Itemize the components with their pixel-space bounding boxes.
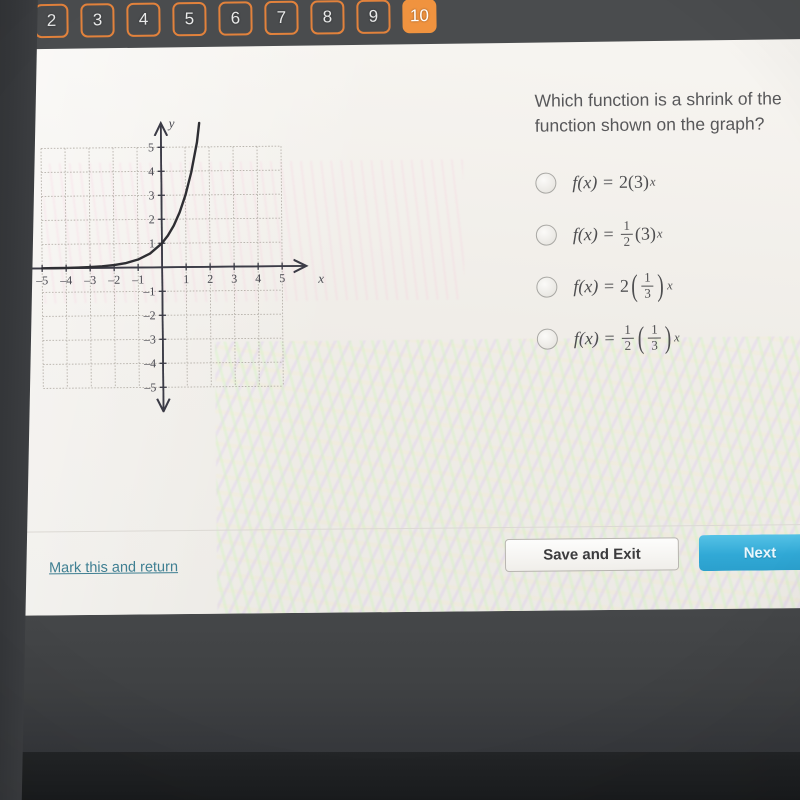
question-nav-item-6[interactable]: 6 xyxy=(218,1,253,36)
svg-text:3: 3 xyxy=(231,272,237,286)
function-graph: –5 –4 –3 –2 –1 1 2 3 4 5 –5 –4 –3 –2 –1 1 2 3 4 5 x y xyxy=(12,91,335,414)
svg-text:–5: –5 xyxy=(35,273,48,287)
close-paren-icon: ) xyxy=(664,319,672,355)
close-paren-icon: ) xyxy=(642,171,650,192)
answer-formula-c: f(x) = 2 ( 1 3 ) x xyxy=(573,267,673,303)
exponential-curve xyxy=(40,121,201,270)
svg-text:3: 3 xyxy=(148,188,154,202)
answer-a-coefficient: 2 xyxy=(618,171,629,192)
answer-option-c[interactable]: f(x) = 2 ( 1 3 ) x xyxy=(536,258,800,313)
open-paren-icon: ( xyxy=(630,267,638,303)
answer-c-base-fraction: 1 3 xyxy=(641,270,654,301)
answer-b-exponent: x xyxy=(656,225,663,241)
question-nav-item-3[interactable]: 3 xyxy=(80,3,115,38)
monitor-stand xyxy=(0,752,800,800)
next-button[interactable]: Next xyxy=(699,534,800,571)
answer-c-base-denominator: 3 xyxy=(641,285,654,301)
question-nav-item-4[interactable]: 4 xyxy=(126,2,161,37)
answer-c-exponent: x xyxy=(667,277,673,292)
y-axis-label: y xyxy=(167,116,175,131)
open-paren-icon: ( xyxy=(637,319,645,355)
answer-b-coefficient-numerator: 1 xyxy=(623,218,630,234)
answer-option-d[interactable]: f(x) = 1 2 ( 1 3 ) x xyxy=(536,310,800,365)
svg-text:–3: –3 xyxy=(83,273,96,287)
question-nav-item-8[interactable]: 8 xyxy=(310,0,345,35)
answer-a-base: 3 xyxy=(633,171,644,192)
answer-a-lhs: f(x) = xyxy=(572,171,615,192)
answer-b-coefficient-fraction: 1 2 xyxy=(620,218,634,249)
svg-text:–4: –4 xyxy=(59,273,72,287)
answer-d-base-denominator: 3 xyxy=(648,336,661,353)
svg-text:4: 4 xyxy=(148,164,154,178)
svg-text:–5: –5 xyxy=(143,380,156,394)
answer-b-base: 3 xyxy=(640,223,651,244)
question-panel: Which function is a shrink of the functi… xyxy=(534,86,800,365)
question-number-list[interactable]: 12345678910 xyxy=(0,0,437,39)
answer-d-exponent: x xyxy=(674,329,680,344)
answer-b-coefficient-denominator: 2 xyxy=(620,233,634,249)
svg-text:5: 5 xyxy=(148,140,154,154)
answer-formula-b: f(x) = 1 2 ( 3 ) x xyxy=(572,218,663,249)
answer-d-lhs: f(x) = xyxy=(573,327,616,348)
question-nav-item-7[interactable]: 7 xyxy=(264,0,299,36)
svg-text:2: 2 xyxy=(149,212,155,226)
radio-button-c[interactable] xyxy=(536,275,558,298)
svg-text:5: 5 xyxy=(279,271,285,285)
answer-d-coefficient-denominator: 2 xyxy=(621,337,635,353)
mark-this-and-return-link[interactable]: Mark this and return xyxy=(49,559,178,576)
answer-choices[interactable]: f(x) = 2 ( 3 ) x f(x) = 1 2 (3) x f(x)… xyxy=(535,154,800,365)
question-nav-item-2[interactable]: 2 xyxy=(34,3,69,39)
svg-text:1: 1 xyxy=(183,272,189,286)
graph-svg: –5 –4 –3 –2 –1 1 2 3 4 5–5–4–3–2–112345 x y xyxy=(12,116,324,414)
answer-d-coefficient-fraction: 1 2 xyxy=(621,322,635,353)
answer-c-base-numerator: 1 xyxy=(644,270,651,286)
svg-text:–4: –4 xyxy=(143,356,156,370)
svg-text:–2: –2 xyxy=(143,308,156,322)
question-nav-item-5[interactable]: 5 xyxy=(172,1,207,37)
question-nav-item-9[interactable]: 9 xyxy=(356,0,391,34)
answer-option-b[interactable]: f(x) = 1 2 ( 3 ) x xyxy=(535,206,800,261)
svg-text:2: 2 xyxy=(207,272,213,286)
answer-a-exponent: x xyxy=(649,174,656,189)
answer-d-base-numerator: 1 xyxy=(651,321,658,338)
answer-option-a[interactable]: f(x) = 2 ( 3 ) x xyxy=(535,154,800,209)
radio-button-a[interactable] xyxy=(535,171,557,194)
screenshot-photo: –5 –4 –3 –2 –1 1 2 3 4 5 –5 –4 –3 –2 –1 1 2 3 4 5 x y Which… xyxy=(0,0,800,800)
answer-c-coefficient: 2 xyxy=(619,275,630,296)
quiz-content-card: –5 –4 –3 –2 –1 1 2 3 4 5 –5 –4 –3 –2 –1 1 2 3 4 5 x y Which… xyxy=(0,35,800,616)
question-text: Which function is a shrink of the functi… xyxy=(534,88,782,136)
answer-formula-a: f(x) = 2 ( 3 ) x xyxy=(572,171,655,193)
answer-d-coefficient-numerator: 1 xyxy=(624,322,631,338)
svg-text:1: 1 xyxy=(149,236,155,250)
svg-text:–1: –1 xyxy=(142,284,155,298)
close-paren-icon: ) xyxy=(657,267,665,303)
x-axis-label: x xyxy=(317,271,324,286)
answer-b-lhs: f(x) = xyxy=(572,223,615,244)
save-and-exit-button[interactable]: Save and Exit xyxy=(504,537,680,573)
svg-text:–3: –3 xyxy=(143,332,156,346)
answer-d-base-fraction: 1 3 xyxy=(648,321,661,353)
question-nav-item-10[interactable]: 10 xyxy=(402,0,437,34)
footer-divider xyxy=(8,523,800,533)
svg-text:–2: –2 xyxy=(107,273,120,287)
radio-button-d[interactable] xyxy=(536,327,558,350)
close-paren-icon: ) xyxy=(649,223,657,244)
svg-text:4: 4 xyxy=(255,271,261,285)
monitor-bezel-bottom xyxy=(0,600,800,760)
answer-c-lhs: f(x) = xyxy=(573,275,616,296)
answer-formula-d: f(x) = 1 2 ( 1 3 ) x xyxy=(573,319,680,355)
radio-button-b[interactable] xyxy=(535,223,557,246)
